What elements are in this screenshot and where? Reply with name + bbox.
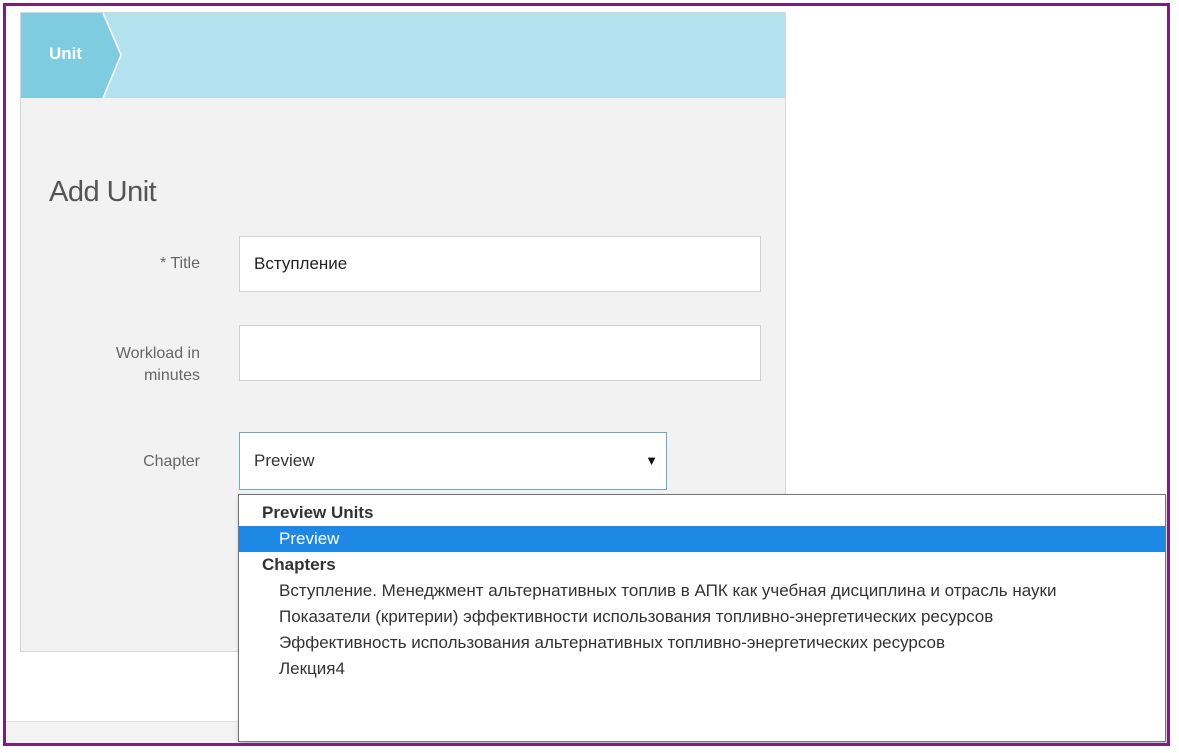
panel-header: Unit [21, 13, 785, 98]
workload-input[interactable] [239, 325, 761, 381]
required-marker: * [159, 255, 167, 272]
workload-label-line1: Workload in [115, 345, 200, 362]
dropdown-option[interactable]: Эффективность использования альтернативн… [239, 630, 1165, 656]
chapter-dropdown-list[interactable]: Preview Units Preview Chapters Вступлени… [238, 494, 1166, 742]
chevron-down-icon: ▼ [645, 453, 658, 468]
chapter-select[interactable]: Preview ▼ [239, 432, 667, 490]
dropdown-option[interactable]: Показатели (критерии) эффективности испо… [239, 604, 1165, 630]
breadcrumb-unit[interactable]: Unit [21, 13, 136, 98]
form-title: Add Unit [49, 176, 157, 208]
window-frame: Unit Add Unit * Title Вступление Workloa… [3, 3, 1170, 746]
chapter-select-value: Preview [254, 451, 315, 470]
chapter-label: Chapter [143, 453, 200, 470]
dropdown-option[interactable]: Лекция4 [239, 656, 1165, 682]
workload-label: Workload in minutes [116, 343, 200, 387]
dropdown-group-label: Chapters [262, 555, 336, 574]
workload-label-line2: minutes [143, 367, 200, 384]
title-label-text: Title [170, 255, 200, 272]
dropdown-option-preview[interactable]: Preview [239, 526, 1165, 552]
title-input[interactable]: Вступление [239, 236, 761, 292]
breadcrumb-label: Unit [49, 44, 83, 63]
dropdown-group-label: Preview Units [262, 503, 374, 522]
dropdown-option[interactable]: Вступление. Менеджмент альтернативных то… [239, 578, 1165, 604]
title-label: * Title [160, 253, 200, 275]
